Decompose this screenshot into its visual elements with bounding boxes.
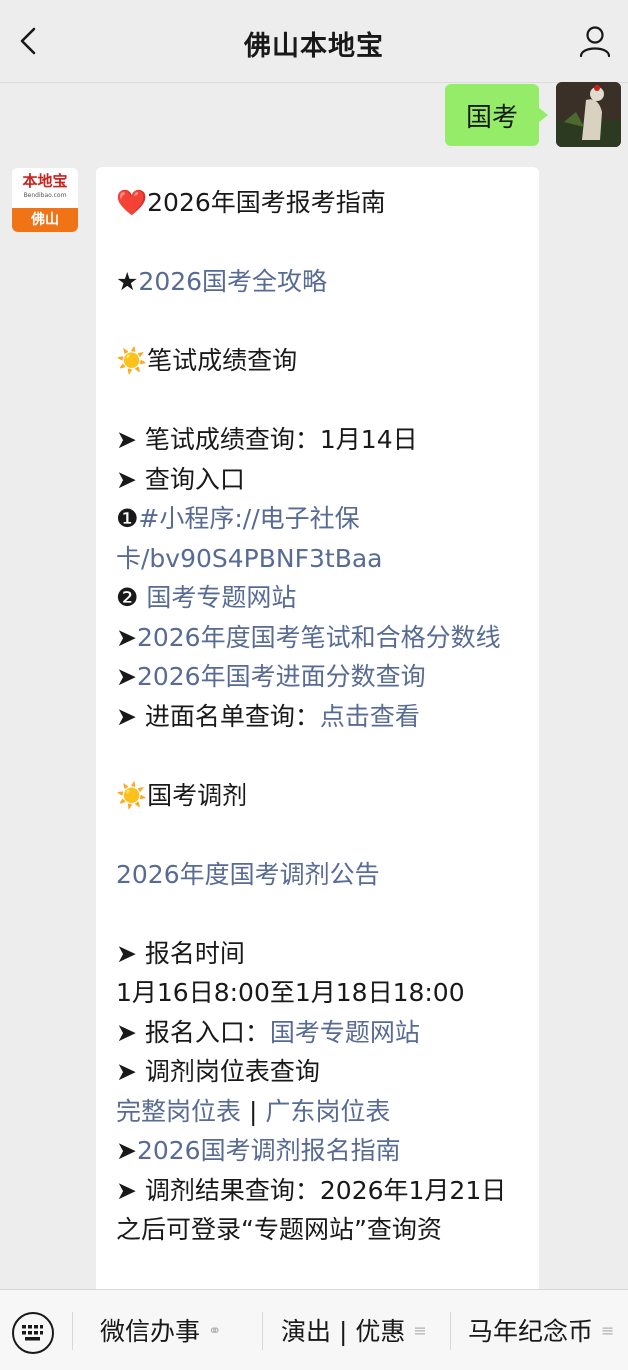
menu-item-label: 微信办事: [100, 1317, 201, 1346]
section-adjustment: ☀️国考调剂: [116, 776, 519, 816]
page-title: 佛山本地宝: [244, 31, 384, 62]
interview-list-line: ➤ 进面名单查询：点击查看: [116, 697, 519, 737]
sun-icon: ☀️: [116, 780, 148, 810]
adjustment-notice-line: 2026年度国考调剂公告: [116, 855, 519, 895]
heart-icon: ❤️: [116, 188, 148, 217]
arrow-icon: ➤: [116, 1136, 137, 1165]
menu-divider: [262, 1312, 263, 1350]
link-icon: ⚭: [208, 1320, 222, 1340]
section-title: 国考调剂: [147, 780, 248, 810]
arrow-icon: ➤: [116, 622, 137, 652]
adjustment-guide-link[interactable]: 2026国考调剂报名指南: [137, 1136, 401, 1165]
menu-item-horse-year-coin[interactable]: 马年纪念币 ≡: [468, 1290, 614, 1370]
menu-item-shows-deals[interactable]: 演出 | 优惠 ≡: [281, 1290, 427, 1370]
registration-site-link[interactable]: 国考专题网站: [270, 1018, 420, 1047]
score-date-line: ➤ 笔试成绩查询：1月14日: [116, 425, 418, 454]
click-to-view-link[interactable]: 点击查看: [320, 702, 420, 731]
topic-site-line: ❷ 国考专题网站: [116, 578, 519, 618]
link-separator: |: [241, 1096, 266, 1126]
bot-message-bubble: ❤️2026年国考报考指南 ★2026国考全攻略 ☀️笔试成绩查询 ➤ 笔试成绩…: [96, 167, 539, 1317]
account-avatar[interactable]: 本地宝 Bendibao.com 佛山: [12, 168, 78, 232]
user-message-text: 国考: [465, 102, 518, 133]
person-profile-icon[interactable]: [578, 24, 612, 58]
sun-icon: ☀️: [116, 346, 148, 375]
menu-item-label: 马年纪念币: [468, 1317, 594, 1346]
section-title: 笔试成绩查询: [147, 346, 298, 375]
logo-city-text: 佛山: [12, 208, 78, 232]
menu-divider: [450, 1312, 451, 1350]
menu-item-label: 演出 | 优惠: [281, 1317, 406, 1346]
logo-domain-text: Bendibao.com: [23, 192, 67, 199]
user-message-bubble[interactable]: 国考: [445, 84, 548, 146]
mini-program-link[interactable]: #小程序://电子社保卡/bv90S4PBNF3tBaa: [116, 504, 382, 573]
number-one-icon: ❶: [116, 504, 139, 533]
user-avatar-image: [556, 82, 621, 147]
interview-list-label: ➤ 进面名单查询：: [116, 701, 320, 731]
topic-site-link[interactable]: 国考专题网站: [146, 583, 296, 612]
cutoff-score-line: ➤2026年度国考笔试和合格分数线: [116, 618, 519, 658]
adjustment-notice-link[interactable]: 2026年度国考调剂公告: [116, 860, 380, 889]
strategy-link[interactable]: 2026国考全攻略: [138, 267, 327, 296]
interview-score-link[interactable]: 2026年国考进面分数查询: [137, 662, 426, 691]
bot-message-content: ❤️2026年国考报考指南 ★2026国考全攻略 ☀️笔试成绩查询 ➤ 笔试成绩…: [96, 167, 539, 1250]
query-entry-line: ➤ 查询入口: [116, 464, 245, 494]
registration-entry-label: ➤ 报名入口：: [116, 1017, 270, 1047]
full-position-table-link[interactable]: 完整岗位表: [116, 1097, 241, 1126]
user-avatar[interactable]: [556, 82, 621, 147]
top-bar: 佛山本地宝: [0, 0, 628, 83]
keyboard-icon[interactable]: [12, 1312, 54, 1354]
menu-icon: ≡: [601, 1320, 615, 1340]
section-written-exam: ☀️笔试成绩查询: [116, 341, 519, 381]
position-table-label: ➤ 调剂岗位表查询: [116, 1057, 320, 1086]
menu-icon: ≡: [413, 1320, 427, 1340]
guide-line: ★2026国考全攻略: [116, 262, 519, 302]
star-icon: ★: [116, 267, 139, 296]
cutoff-score-link[interactable]: 2026年度国考笔试和合格分数线: [137, 623, 501, 652]
mini-program-line: ❶#小程序://电子社保卡/bv90S4PBNF3tBaa: [116, 499, 519, 578]
message-heading: ❤️2026年国考报考指南: [116, 183, 519, 223]
interview-score-line: ➤2026年国考进面分数查询: [116, 657, 519, 697]
logo-brand-text: 本地宝: [12, 168, 78, 207]
menu-divider: [72, 1312, 73, 1350]
bottom-menu-bar: 微信办事 ⚭ 演出 | 优惠 ≡ 马年纪念币 ≡: [0, 1289, 628, 1370]
heading-text: 2026年国考报考指南: [147, 188, 386, 217]
number-two-icon: ❷: [116, 583, 139, 612]
registration-entry-line: ➤ 报名入口：国考专题网站: [116, 1013, 519, 1053]
keyboard-keys-graphic: [22, 1325, 43, 1341]
menu-item-wechat-services[interactable]: 微信办事 ⚭: [100, 1290, 221, 1370]
guangdong-position-table-link[interactable]: 广东岗位表: [265, 1097, 390, 1126]
adjustment-result-line: ➤ 调剂结果查询：2026年1月21日之后可登录“专题网站”查询资: [116, 1175, 507, 1245]
arrow-icon: ➤: [116, 662, 137, 691]
adjustment-guide-line: ➤2026国考调剂报名指南: [116, 1131, 519, 1171]
registration-time-value: 1月16日8:00至1月18日18:00: [116, 978, 465, 1007]
registration-time-label: ➤ 报名时间: [116, 938, 245, 968]
position-table-links: 完整岗位表 | 广东岗位表: [116, 1092, 519, 1132]
